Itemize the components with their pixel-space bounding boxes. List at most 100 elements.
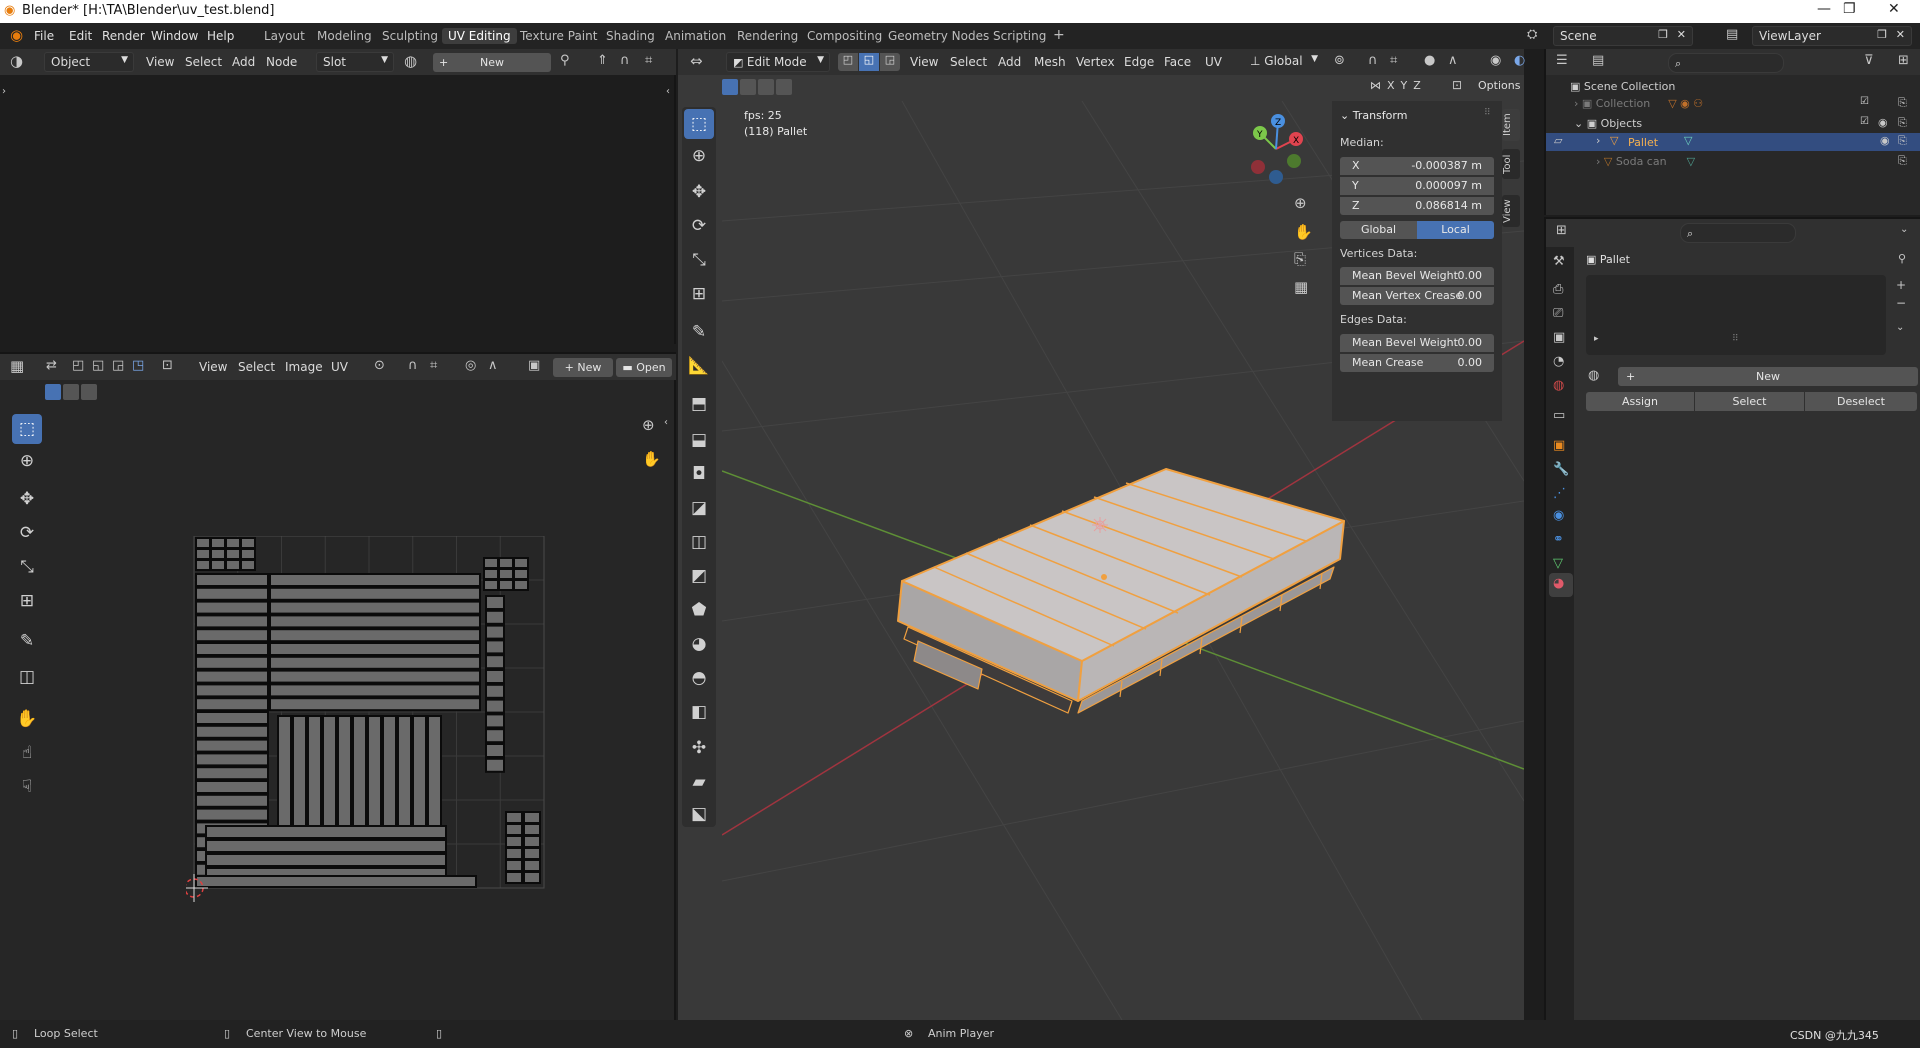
select-subtract-icon[interactable]: [758, 79, 774, 95]
axis-y-toggle[interactable]: Y: [1401, 79, 1408, 92]
shader-editor[interactable]: ◑ Object ▼ View Select Add Node Slot ▼ ◍ …: [0, 49, 676, 344]
vertex-bevel-weight-field[interactable]: Mean Bevel Weight 0.00: [1340, 267, 1494, 285]
uv-island[interactable]: [485, 595, 505, 610]
parent-node-icon[interactable]: ⇑: [597, 54, 608, 67]
constraints-tab-icon[interactable]: ⚭: [1553, 533, 1564, 546]
bevel-tool[interactable]: ◪: [684, 493, 714, 523]
drag-handle-icon[interactable]: ⠿: [1484, 109, 1491, 118]
uv-island[interactable]: [269, 642, 481, 656]
restore-button[interactable]: ❐: [1843, 1, 1856, 17]
edge-crease-field[interactable]: Mean Crease 0.00: [1340, 354, 1494, 372]
camera-icon[interactable]: ⎘: [1898, 155, 1907, 166]
pan-hand-icon[interactable]: ✋: [1294, 225, 1313, 240]
uv-island[interactable]: [195, 586, 269, 601]
uv-island[interactable]: [485, 743, 505, 758]
outliner-search-input[interactable]: ⌕: [1668, 53, 1784, 73]
uv-editor[interactable]: ▦ ⇄ ◰ ◱ ◲ ◳ ⊡ View Select Image UV ⊙ ∩ ⌗…: [0, 352, 676, 1020]
uv-island[interactable]: [498, 568, 514, 580]
median-x-field[interactable]: X -0.000387 m: [1340, 157, 1494, 175]
uv-island[interactable]: [505, 811, 523, 824]
properties-editor[interactable]: ⊞ ⌕ ⌄ ⚒ ⎙ ⎚ ▣ ◔ ◍ ▭ ▣ 🔧 ⋰ ◉ ⚭ ▽ ◕ ▣ Pall…: [1544, 217, 1920, 1022]
object-tab-icon[interactable]: ▣: [1553, 439, 1565, 452]
median-z-field[interactable]: Z 0.086814 m: [1340, 197, 1494, 215]
uv-island[interactable]: [523, 835, 541, 848]
uv-island[interactable]: [485, 624, 505, 640]
view-layer-icon[interactable]: ▤: [1726, 28, 1738, 41]
vertex-mode-icon[interactable]: ◰: [838, 53, 858, 71]
uv-island[interactable]: [523, 811, 541, 824]
view-layer-tab-icon[interactable]: ▣: [1553, 331, 1565, 344]
menu-uv[interactable]: UV: [1205, 55, 1222, 69]
edge-mode-icon[interactable]: ◱: [859, 53, 879, 71]
expand-toolbar-icon[interactable]: ›: [2, 87, 6, 97]
uv-island[interactable]: [195, 793, 269, 808]
outliner-row-objects[interactable]: ⌄ ▣ Objects: [1574, 117, 1642, 130]
object-mode-dropdown[interactable]: Object ▼: [44, 52, 134, 72]
menu-render[interactable]: Render: [102, 29, 145, 43]
smooth-tool[interactable]: ◓: [684, 663, 714, 693]
new-image-button[interactable]: + New: [553, 358, 613, 377]
uv-island[interactable]: [195, 573, 269, 587]
uv-island[interactable]: [483, 557, 499, 569]
uv-island[interactable]: [195, 780, 269, 794]
uv-island[interactable]: [210, 559, 226, 571]
new-material-button[interactable]: + New: [433, 53, 551, 72]
select-box-tool[interactable]: ⬚: [684, 109, 714, 139]
zoom-icon[interactable]: ⊕: [642, 418, 655, 433]
uv-island[interactable]: [195, 628, 269, 643]
face-select-icon[interactable]: ◲: [112, 359, 124, 372]
uv-island[interactable]: [195, 738, 269, 753]
properties-search-input[interactable]: ⌕: [1680, 223, 1796, 243]
uv-island[interactable]: [513, 579, 529, 591]
camera-icon[interactable]: ⎘: [1294, 252, 1306, 267]
expand-sidebar-icon[interactable]: ‹: [666, 87, 670, 97]
uv-island[interactable]: [505, 835, 523, 848]
uv-island[interactable]: [523, 871, 541, 884]
tab-tool[interactable]: Tool: [1502, 149, 1520, 179]
physics-tab-icon[interactable]: ◉: [1553, 509, 1564, 522]
inset-tool[interactable]: ◘: [684, 459, 714, 489]
eye-icon[interactable]: ◉: [1880, 135, 1890, 146]
anim-player-label[interactable]: Anim Player: [928, 1027, 994, 1040]
uv-island[interactable]: [485, 683, 505, 699]
move-tool[interactable]: ✥: [684, 177, 714, 207]
annotate-tool[interactable]: ✎: [684, 317, 714, 347]
uv-island[interactable]: [485, 728, 505, 744]
transform-header[interactable]: ⌄ Transform: [1340, 109, 1407, 122]
uv-island[interactable]: [195, 711, 269, 725]
uv-island[interactable]: [210, 548, 226, 560]
copy-icon[interactable]: ❐: [1658, 28, 1668, 41]
modifier-tab-icon[interactable]: 🔧: [1553, 463, 1569, 476]
menu-view[interactable]: View: [199, 360, 227, 374]
camera-icon[interactable]: ⎘: [1898, 135, 1907, 146]
falloff-icon[interactable]: ∧: [1448, 54, 1458, 67]
uv-island[interactable]: [269, 683, 481, 698]
outliner[interactable]: ☰ ▤ ⌕ ⊽ ⊞ ▣ Scene Collection › ▣ Collect…: [1544, 49, 1920, 215]
remove-slot-icon[interactable]: −: [1896, 297, 1906, 309]
transform-tool[interactable]: ⊞: [684, 279, 714, 309]
menu-view[interactable]: View: [146, 55, 174, 69]
outliner-row-collection[interactable]: › ▣ Collection ▽ ◉ ⚇: [1574, 97, 1703, 110]
menu-vertex[interactable]: Vertex: [1076, 55, 1115, 69]
cursor-tool[interactable]: ⊕: [12, 446, 42, 476]
menu-add[interactable]: Add: [998, 55, 1021, 69]
select-extend-icon[interactable]: [740, 79, 756, 95]
edit-mode-dropdown[interactable]: ◩ Edit Mode ▼: [726, 52, 830, 72]
uv-island[interactable]: [269, 628, 481, 643]
collection-tab-icon[interactable]: ▭: [1553, 409, 1565, 422]
uv-island[interactable]: [269, 655, 481, 670]
vertex-crease-field[interactable]: Mean Vertex Crease 0.00: [1340, 287, 1494, 305]
move-tool[interactable]: ✥: [12, 484, 42, 514]
pin-icon[interactable]: ⚲: [1898, 253, 1906, 264]
snap-icon[interactable]: ∩: [1368, 54, 1378, 67]
new-collection-icon[interactable]: ⊞: [1898, 54, 1909, 67]
menu-node[interactable]: Node: [266, 55, 297, 69]
menu-window[interactable]: Window: [151, 29, 198, 43]
outliner-type-icon[interactable]: ☰: [1556, 54, 1568, 67]
uv-island[interactable]: [195, 614, 269, 629]
transform-tool[interactable]: ⊞: [12, 586, 42, 616]
uv-island[interactable]: [523, 823, 541, 836]
uv-island[interactable]: [483, 579, 499, 591]
local-toggle[interactable]: Local: [1417, 221, 1494, 239]
uv-island[interactable]: [269, 614, 481, 629]
